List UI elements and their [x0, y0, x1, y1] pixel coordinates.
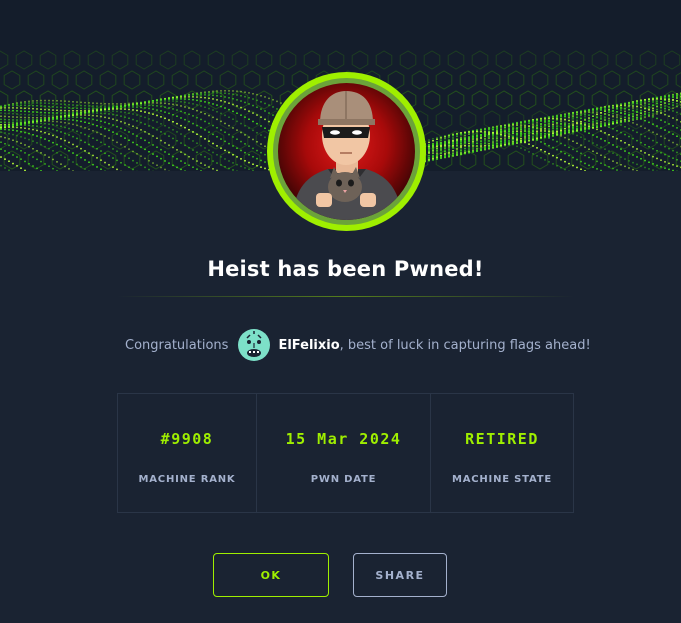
machine-avatar [267, 72, 426, 231]
user-avatar-icon[interactable] [238, 329, 271, 361]
congrats-prefix: Congratulations [125, 337, 229, 353]
heist-thief-avatar [278, 83, 415, 220]
stat-label: MACHINE STATE [451, 474, 553, 485]
congrats-suffix: , best of luck in capturing flags ahead! [339, 337, 591, 353]
ok-button[interactable]: OK [213, 553, 329, 597]
share-button[interactable]: SHARE [353, 553, 447, 597]
stat-machine-state: RETIRED MACHINE STATE [431, 394, 573, 512]
stat-value: #9908 [160, 430, 214, 448]
stat-pwn-date: 15 Mar 2024 PWN DATE [257, 394, 431, 512]
page-title: Heist has been Pwned! [207, 257, 484, 281]
stat-value: RETIRED [465, 430, 539, 448]
stat-value: 15 Mar 2024 [285, 430, 402, 448]
stats-panel: #9908 MACHINE RANK 15 Mar 2024 PWN DATE … [117, 393, 574, 513]
congrats-message: Congratulations ElFelixio , best of luck… [125, 328, 591, 362]
divider [117, 296, 574, 297]
username-link[interactable]: ElFelixio [278, 338, 339, 353]
stat-machine-rank: #9908 MACHINE RANK [118, 394, 257, 512]
stat-label: PWN DATE [310, 474, 377, 485]
stat-label: MACHINE RANK [138, 474, 236, 485]
